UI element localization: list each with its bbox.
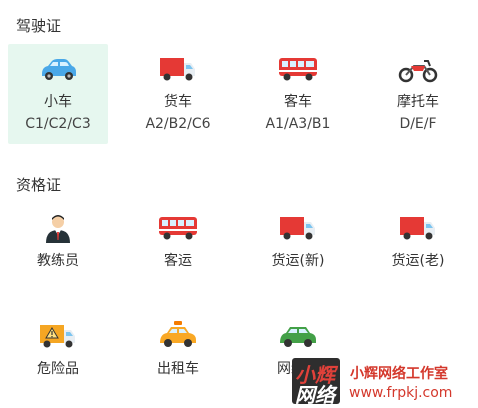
- option-label: 危险品: [37, 361, 79, 377]
- car-icon: [36, 52, 80, 86]
- qualification-option-freight-old[interactable]: 货运(老): [368, 205, 468, 305]
- option-label: 客运: [164, 253, 192, 269]
- watermark-logo: 小辉 网络: [292, 358, 340, 404]
- qualification-option-taxi[interactable]: 出租车: [128, 313, 228, 408]
- license-option-bus[interactable]: 客车 A1/A3/B1: [248, 44, 348, 144]
- license-option-motorcycle[interactable]: 摩托车 D/E/F: [368, 44, 468, 144]
- bus-icon: [156, 211, 200, 245]
- watermark-studio-name: 小辉网络工作室: [350, 366, 448, 382]
- section-title-qualification: 资格证: [16, 176, 62, 194]
- watermark: 小辉 网络 小辉网络工作室 www.frpkj.com: [292, 358, 478, 408]
- license-option-truck[interactable]: 货车 A2/B2/C6: [128, 44, 228, 144]
- truck-icon: [276, 211, 320, 245]
- option-label: 出租车: [157, 361, 199, 377]
- option-label: 客车: [284, 94, 312, 110]
- watermark-logo-text-bottom: 网络: [295, 383, 335, 404]
- bus-icon: [276, 52, 320, 86]
- truck-icon: [396, 211, 440, 245]
- truck-icon: [156, 52, 200, 86]
- section-title-license: 驾驶证: [16, 17, 62, 35]
- option-license-classes: C1/C2/C3: [25, 116, 91, 132]
- qualification-option-hazmat[interactable]: 危险品: [8, 313, 108, 408]
- option-label: 货运(新): [271, 253, 325, 269]
- option-label: 小车: [44, 94, 72, 110]
- option-license-classes: A2/B2/C6: [145, 116, 211, 132]
- license-option-car[interactable]: 小车 C1/C2/C3: [8, 44, 108, 144]
- motorcycle-icon: [396, 52, 440, 86]
- qualification-option-passenger[interactable]: 客运: [128, 205, 228, 305]
- instructor-icon: [36, 211, 80, 245]
- option-label: 货车: [164, 94, 192, 110]
- hazmat-truck-icon: [36, 319, 80, 353]
- taxi-icon: [156, 319, 200, 353]
- option-label: 教练员: [37, 253, 79, 269]
- option-license-classes: D/E/F: [399, 116, 437, 132]
- option-label: 货运(老): [391, 253, 445, 269]
- vehicle-type-selector: 驾驶证 小车 C1/C2/C3 货车 A2/B2/C6 客车 A1/A3/B1 …: [0, 0, 478, 408]
- option-license-classes: A1/A3/B1: [265, 116, 331, 132]
- rideshare-car-icon: [276, 319, 320, 353]
- option-label: 摩托车: [397, 94, 439, 110]
- qualification-option-freight-new[interactable]: 货运(新): [248, 205, 348, 305]
- watermark-url: www.frpkj.com: [349, 385, 453, 401]
- qualification-option-instructor[interactable]: 教练员: [8, 205, 108, 305]
